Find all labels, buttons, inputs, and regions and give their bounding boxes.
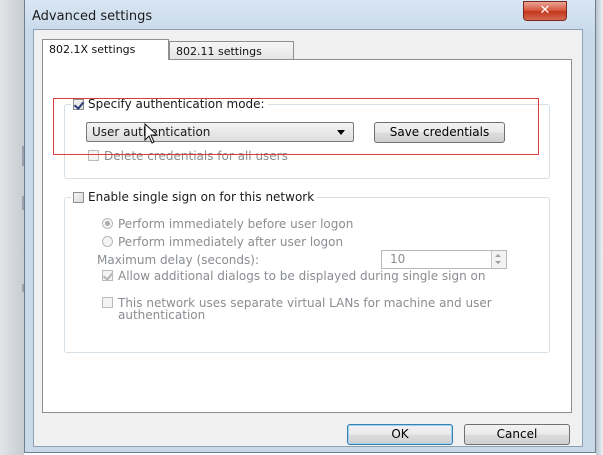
separate-vlan-label: This network uses separate virtual LANs … (118, 296, 492, 322)
radio-after-logon-row[interactable]: Perform immediately after user logon (102, 236, 343, 248)
advanced-settings-dialog: Advanced settings ✕ 802.1X settings 802.… (24, 0, 596, 453)
cancel-label: Cancel (496, 427, 538, 441)
mouse-pointer-icon (144, 123, 159, 144)
enable-sso-label: Enable single sign on for this network (88, 190, 315, 204)
dialog-title: Advanced settings (32, 9, 153, 24)
close-icon: ✕ (539, 3, 551, 18)
radio-before-logon-label: Perform immediately before user logon (118, 217, 354, 231)
spin-up-arrow (495, 254, 501, 257)
cancel-button[interactable]: Cancel (464, 424, 570, 445)
tab-label: 802.11 settings (176, 45, 262, 58)
max-delay-value: 10 (390, 252, 406, 266)
close-button[interactable]: ✕ (523, 1, 567, 21)
enable-sso-checkbox[interactable] (73, 191, 84, 203)
max-delay-label: Maximum delay (seconds): (97, 253, 259, 267)
specify-auth-mode-checkbox-row[interactable]: Specify authentication mode: (71, 97, 268, 111)
allow-dialogs-label: Allow additional dialogs to be displayed… (118, 269, 486, 283)
spin-updown-icon[interactable] (491, 251, 506, 268)
radio-before-logon[interactable] (102, 218, 113, 229)
radio-before-logon-row[interactable]: Perform immediately before user logon (102, 218, 353, 230)
specify-auth-mode-checkbox[interactable] (73, 98, 84, 110)
delete-credentials-row[interactable]: Delete credentials for all users (88, 150, 288, 162)
spin-down-arrow (495, 261, 501, 264)
ok-label: OK (391, 427, 409, 441)
dialog-client-area: 802.1X settings 802.11 settings Specify … (33, 29, 583, 447)
specify-auth-mode-label: Specify authentication mode: (88, 97, 265, 111)
chevron-down-icon (337, 130, 345, 135)
enable-sso-checkbox-row[interactable]: Enable single sign on for this network (71, 190, 318, 204)
max-delay-row: Maximum delay (seconds): (97, 254, 259, 266)
max-delay-spinner[interactable]: 10 (381, 250, 507, 269)
allow-dialogs-row[interactable]: Allow additional dialogs to be displayed… (102, 270, 502, 282)
tab-panel-802-1x: Specify authentication mode: User authen… (42, 59, 572, 413)
radio-after-logon-label: Perform immediately after user logon (118, 235, 344, 249)
delete-credentials-checkbox[interactable] (88, 150, 99, 161)
separate-vlan-checkbox[interactable] (102, 297, 113, 308)
separate-vlan-row[interactable]: This network uses separate virtual LANs … (102, 297, 502, 321)
window-shadow (596, 0, 603, 455)
auth-mode-dropdown[interactable]: User authentication (86, 122, 354, 142)
delete-credentials-label: Delete credentials for all users (104, 149, 288, 163)
allow-dialogs-checkbox[interactable] (102, 270, 113, 281)
tab-802-1x-settings[interactable]: 802.1X settings (42, 39, 169, 60)
tab-label: 802.1X settings (49, 43, 136, 56)
background-window-edge (0, 0, 24, 455)
save-credentials-button[interactable]: Save credentials (374, 122, 505, 143)
ok-button[interactable]: OK (347, 424, 453, 445)
radio-after-logon[interactable] (102, 236, 113, 247)
tab-802-11-settings[interactable]: 802.11 settings (169, 41, 294, 60)
save-credentials-label: Save credentials (389, 125, 490, 139)
